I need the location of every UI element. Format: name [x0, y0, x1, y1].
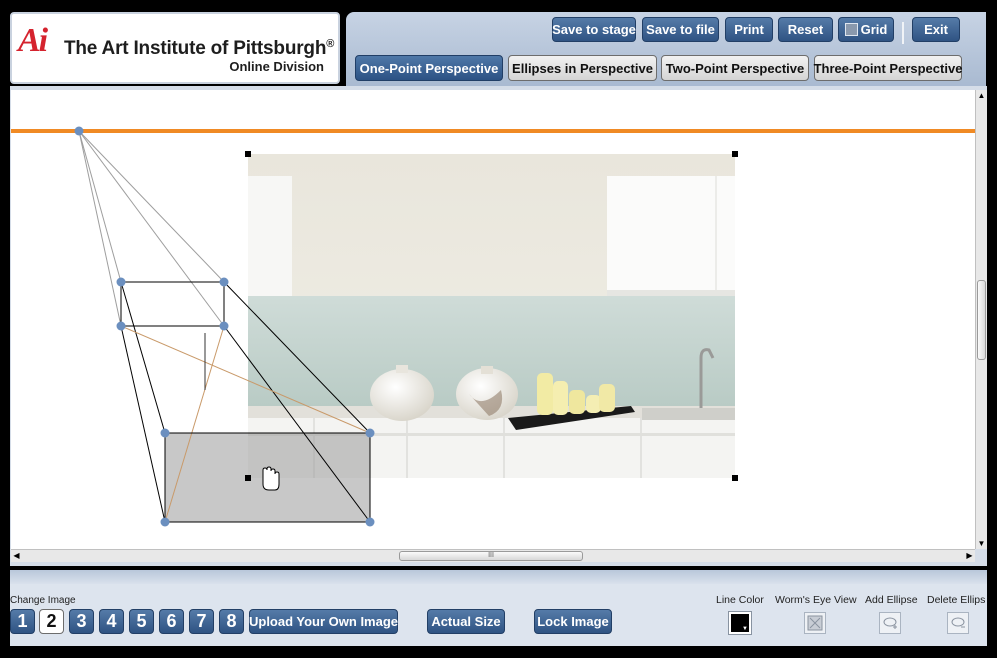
- drawing-canvas[interactable]: [11, 90, 975, 549]
- print-button[interactable]: Print: [725, 17, 773, 42]
- top-toolbar: Save to stage Save to file Print Reset G…: [346, 12, 986, 86]
- image-6-button[interactable]: 6: [159, 609, 184, 634]
- image-7-button[interactable]: 7: [189, 609, 214, 634]
- image-3-button[interactable]: 3: [69, 609, 94, 634]
- front-bottom-right-handle: [365, 517, 375, 527]
- vertical-scroll-thumb[interactable]: [977, 280, 986, 360]
- scroll-down-arrow-icon[interactable]: ▼: [976, 538, 987, 549]
- back-bottom-right-handle: [219, 321, 229, 331]
- back-top-right-handle: [219, 277, 229, 287]
- ai-logo-mark: Ai: [18, 22, 48, 59]
- grid-checkbox-icon: [844, 23, 858, 36]
- back-top-left-handle: [116, 277, 126, 287]
- line-color-swatch[interactable]: ▼: [728, 611, 752, 635]
- perspective-drawing[interactable]: [11, 90, 975, 549]
- front-top-right-handle: [365, 428, 375, 438]
- logo-title-text: The Art Institute of Pittsburgh: [64, 38, 327, 59]
- canvas-frame: ▲ ▼ ◀ III ▶: [10, 86, 987, 566]
- logo-panel: Ai The Art Institute of Pittsburgh® Onli…: [10, 12, 340, 84]
- upload-image-button[interactable]: Upload Your Own Image: [249, 609, 398, 634]
- back-bottom-left-handle: [116, 321, 126, 331]
- tab-three-point-perspective[interactable]: Three-Point Perspective: [814, 55, 962, 81]
- horizon-line[interactable]: [11, 129, 975, 133]
- exit-button[interactable]: Exit: [912, 17, 960, 42]
- add-ellipse-icon[interactable]: [879, 612, 901, 634]
- grid-toggle-button[interactable]: Grid: [838, 17, 894, 42]
- front-top-left-handle: [160, 428, 170, 438]
- line-color-label: Line Color: [716, 594, 764, 606]
- worms-eye-view-icon[interactable]: [804, 612, 826, 634]
- scroll-left-arrow-icon[interactable]: ◀: [11, 550, 22, 562]
- horizontal-scroll-thumb[interactable]: III: [399, 551, 583, 561]
- change-image-label: Change Image: [10, 595, 76, 606]
- save-to-file-button[interactable]: Save to file: [642, 17, 719, 42]
- delete-ellipse-icon[interactable]: [947, 612, 969, 634]
- tab-one-point-perspective[interactable]: One-Point Perspective: [355, 55, 503, 81]
- horizontal-scrollbar[interactable]: ◀ III ▶: [11, 549, 975, 562]
- worms-eye-view-label: Worm's Eye View: [775, 594, 857, 606]
- image-5-button[interactable]: 5: [129, 609, 154, 634]
- front-bottom-left-handle: [160, 517, 170, 527]
- bottom-control-panel: Change Image 1 2 3 4 5 6 7 8 Upload Your…: [10, 584, 987, 646]
- logo-subtitle: Online Division: [229, 59, 324, 74]
- grid-label: Grid: [860, 22, 888, 37]
- reset-button[interactable]: Reset: [778, 17, 833, 42]
- add-ellipse-label: Add Ellipse: [865, 594, 918, 606]
- vanishing-point-handle: [74, 126, 84, 136]
- kitchen-photo[interactable]: [248, 154, 735, 478]
- scroll-right-arrow-icon[interactable]: ▶: [964, 550, 975, 562]
- actual-size-button[interactable]: Actual Size: [427, 609, 505, 634]
- registered-mark: ®: [326, 38, 335, 50]
- image-1-button[interactable]: 1: [10, 609, 35, 634]
- tab-two-point-perspective[interactable]: Two-Point Perspective: [661, 55, 809, 81]
- scroll-up-arrow-icon[interactable]: ▲: [976, 90, 987, 101]
- logo-title: The Art Institute of Pittsburgh®: [64, 38, 334, 60]
- lock-image-button[interactable]: Lock Image: [534, 609, 612, 634]
- bottom-divider: [10, 570, 987, 584]
- dropdown-arrow-icon: ▼: [742, 626, 748, 632]
- image-2-button[interactable]: 2: [39, 609, 64, 634]
- vertical-scrollbar[interactable]: ▲ ▼: [975, 90, 987, 549]
- image-4-button[interactable]: 4: [99, 609, 124, 634]
- delete-ellipse-label: Delete Ellips: [927, 594, 986, 606]
- save-to-stage-button[interactable]: Save to stage: [552, 17, 636, 42]
- toolbar-separator: [902, 22, 904, 44]
- tab-ellipses-in-perspective[interactable]: Ellipses in Perspective: [508, 55, 657, 81]
- image-8-button[interactable]: 8: [219, 609, 244, 634]
- perspective-app: Ai The Art Institute of Pittsburgh® Onli…: [0, 0, 997, 658]
